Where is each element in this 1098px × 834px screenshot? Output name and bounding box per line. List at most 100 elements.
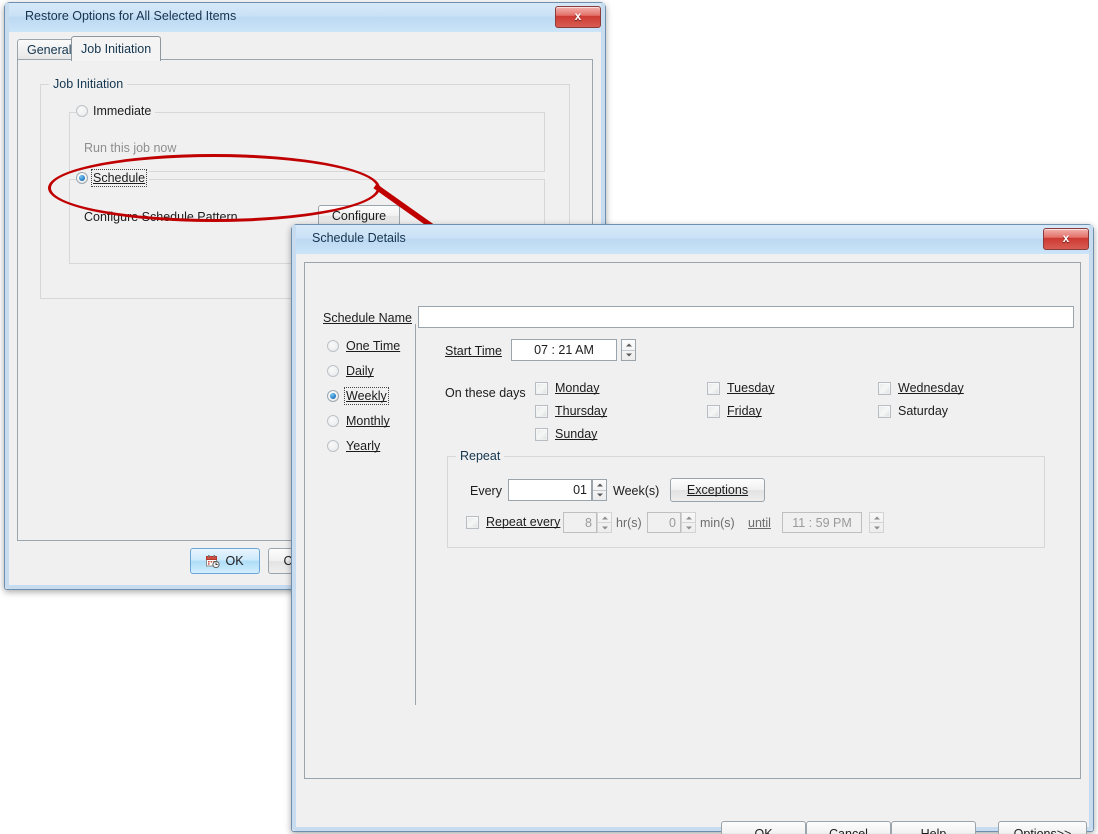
frequency-option-one-time[interactable]: One Time xyxy=(327,333,411,358)
restore-ok-label: OK xyxy=(225,554,243,568)
job-initiation-group-title: Job Initiation xyxy=(49,77,127,91)
frequency-radio-group: One Time Daily Weekly Monthly xyxy=(327,333,411,458)
hours-unit-label: hr(s) xyxy=(616,516,642,530)
day-checkbox-friday[interactable]: Friday xyxy=(707,404,762,418)
radio-immediate[interactable] xyxy=(76,105,88,117)
schedule-radio-row[interactable]: Schedule xyxy=(76,171,149,185)
frequency-label-monthly: Monthly xyxy=(346,414,390,428)
repeat-hours-input[interactable]: 8 xyxy=(563,512,597,533)
start-time-label: Start Time xyxy=(445,344,502,358)
radio-schedule[interactable] xyxy=(76,172,88,184)
until-label-text: until xyxy=(748,516,771,530)
day-checkbox-wednesday[interactable]: Wednesday xyxy=(878,381,964,395)
immediate-groupbox: Immediate Run this job now xyxy=(69,112,545,172)
radio-monthly[interactable] xyxy=(327,415,339,427)
day-label-sunday: Sunday xyxy=(555,427,597,441)
day-checkbox-saturday[interactable]: Saturday xyxy=(878,404,948,418)
repeat-groupbox: Repeat Every 01 Week(s) Exceptions xyxy=(447,456,1045,548)
frequency-label-one-time: One Time xyxy=(346,339,400,353)
radio-yearly[interactable] xyxy=(327,440,339,452)
schedule-label: Schedule xyxy=(93,171,145,185)
checkbox-tuesday[interactable] xyxy=(707,382,720,395)
schedule-details-dialog: Schedule Details x Schedule Name One Tim… xyxy=(291,224,1094,832)
repeat-minutes-spinner[interactable] xyxy=(681,512,696,533)
tabstrip: General Job Initiation xyxy=(17,36,593,60)
configure-schedule-pattern-label: Configure Schedule Pattern xyxy=(84,210,238,224)
checkbox-wednesday[interactable] xyxy=(878,382,891,395)
every-value-input[interactable]: 01 xyxy=(508,479,592,501)
day-checkbox-thursday[interactable]: Thursday xyxy=(535,404,607,418)
schedule-dialog-body: Schedule Name One Time Daily xyxy=(296,254,1089,827)
checkbox-thursday[interactable] xyxy=(535,405,548,418)
start-time-spinner-up[interactable] xyxy=(622,340,635,350)
immediate-label: Immediate xyxy=(93,104,151,118)
until-time-input[interactable]: 11 : 59 PM xyxy=(782,512,862,533)
frequency-label-yearly: Yearly xyxy=(346,439,380,453)
on-these-days-label: On these days xyxy=(445,386,526,400)
exceptions-button[interactable]: Exceptions xyxy=(670,478,765,502)
restore-dialog-titlebar: Restore Options for All Selected Items x xyxy=(5,3,605,33)
repeat-minutes-input[interactable]: 0 xyxy=(647,512,681,533)
repeat-hours-spinner[interactable] xyxy=(597,512,612,533)
schedule-help-button[interactable]: Help xyxy=(891,821,976,834)
repeat-hours-spinner-up[interactable] xyxy=(598,513,611,522)
frequency-option-daily[interactable]: Daily xyxy=(327,358,411,383)
checkbox-friday[interactable] xyxy=(707,405,720,418)
close-icon[interactable]: x xyxy=(555,6,601,28)
close-icon[interactable]: x xyxy=(1043,228,1089,250)
start-time-spinner[interactable] xyxy=(621,339,636,361)
repeat-minutes-spinner-up[interactable] xyxy=(682,513,695,522)
schedule-dialog-title: Schedule Details xyxy=(312,231,406,245)
schedule-name-input[interactable] xyxy=(418,306,1074,328)
until-label: until xyxy=(748,516,771,530)
day-label-thursday: Thursday xyxy=(555,404,607,418)
until-spinner-up[interactable] xyxy=(870,513,883,522)
day-checkbox-sunday[interactable]: Sunday xyxy=(535,427,597,441)
schedule-options-button[interactable]: Options>> xyxy=(998,821,1087,834)
vertical-separator xyxy=(415,324,416,705)
minutes-unit-label: min(s) xyxy=(700,516,735,530)
calendar-clock-icon xyxy=(206,555,220,568)
frequency-option-weekly[interactable]: Weekly xyxy=(327,383,411,408)
repeat-every-label: Repeat every xyxy=(486,515,560,529)
checkbox-sunday[interactable] xyxy=(535,428,548,441)
until-spinner-down[interactable] xyxy=(870,522,883,532)
frequency-option-yearly[interactable]: Yearly xyxy=(327,433,411,458)
checkbox-repeat-every[interactable] xyxy=(466,516,479,529)
start-time-spinner-down[interactable] xyxy=(622,350,635,361)
repeat-every-checkbox-row[interactable]: Repeat every xyxy=(466,515,560,529)
frequency-label-daily: Daily xyxy=(346,364,374,378)
restore-dialog-title: Restore Options for All Selected Items xyxy=(25,9,236,23)
radio-daily[interactable] xyxy=(327,365,339,377)
frequency-label-weekly: Weekly xyxy=(346,389,387,403)
start-time-label-text: Start Time xyxy=(445,344,502,358)
radio-one-time[interactable] xyxy=(327,340,339,352)
checkbox-monday[interactable] xyxy=(535,382,548,395)
repeat-group-title: Repeat xyxy=(456,449,504,463)
checkbox-saturday[interactable] xyxy=(878,405,891,418)
every-value-spinner[interactable] xyxy=(592,479,607,501)
start-time-input[interactable]: 07 : 21 AM xyxy=(511,339,617,361)
schedule-cancel-button[interactable]: Cancel xyxy=(806,821,891,834)
day-label-wednesday: Wednesday xyxy=(898,381,964,395)
every-label: Every xyxy=(470,484,502,498)
immediate-description: Run this job now xyxy=(84,141,176,155)
day-checkbox-monday[interactable]: Monday xyxy=(535,381,599,395)
day-checkbox-tuesday[interactable]: Tuesday xyxy=(707,381,774,395)
every-spinner-up[interactable] xyxy=(593,480,606,490)
day-label-tuesday: Tuesday xyxy=(727,381,774,395)
schedule-options-label: Options>> xyxy=(1014,827,1072,834)
exceptions-button-label: Exceptions xyxy=(687,483,748,497)
immediate-radio-row[interactable]: Immediate xyxy=(76,104,155,118)
every-spinner-down[interactable] xyxy=(593,490,606,501)
until-time-spinner[interactable] xyxy=(869,512,884,533)
repeat-hours-spinner-down[interactable] xyxy=(598,522,611,532)
frequency-option-monthly[interactable]: Monthly xyxy=(327,408,411,433)
day-label-friday: Friday xyxy=(727,404,762,418)
schedule-ok-button[interactable]: OK xyxy=(721,821,806,834)
radio-weekly[interactable] xyxy=(327,390,339,402)
tab-job-initiation[interactable]: Job Initiation xyxy=(71,36,161,61)
schedule-dialog-titlebar: Schedule Details x xyxy=(292,225,1093,255)
restore-ok-button[interactable]: OK xyxy=(190,548,260,574)
repeat-minutes-spinner-down[interactable] xyxy=(682,522,695,532)
